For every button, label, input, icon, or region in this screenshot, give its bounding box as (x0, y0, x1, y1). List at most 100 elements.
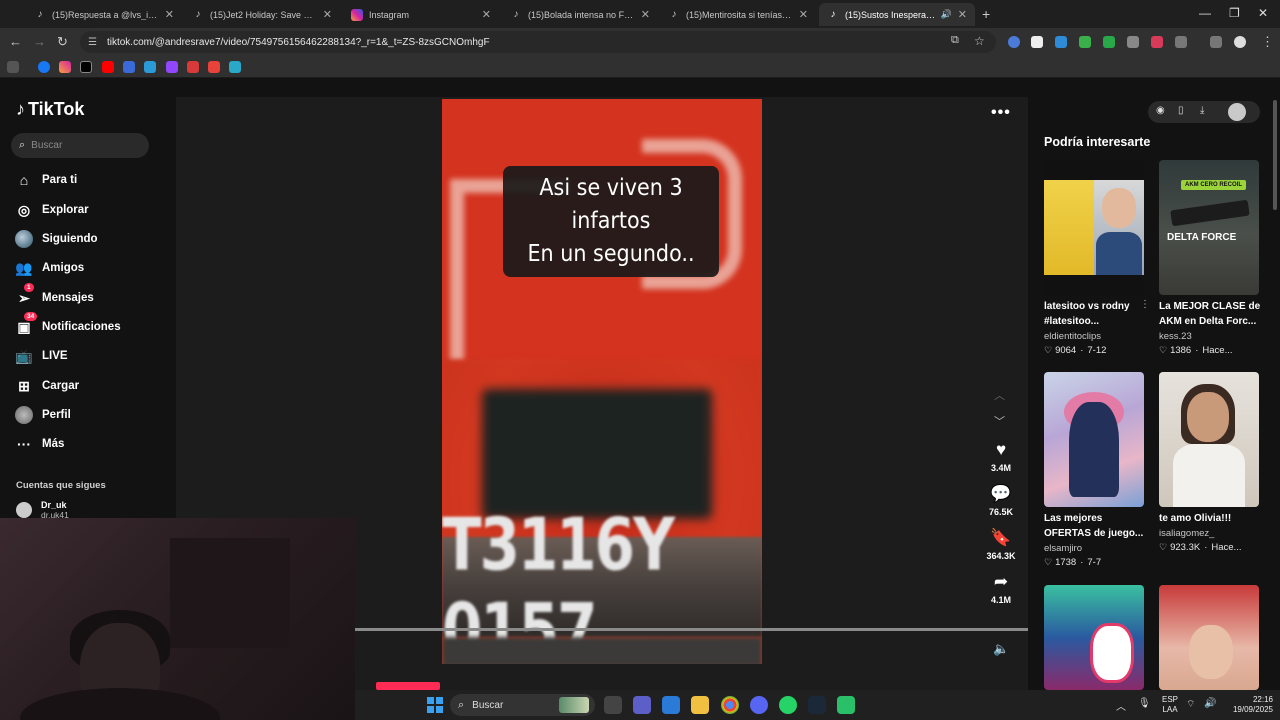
task-view-icon[interactable] (604, 696, 622, 714)
bookmark-icon[interactable] (208, 61, 220, 73)
facebook-icon[interactable] (38, 61, 50, 73)
download-icon[interactable]: ⤓ (1200, 105, 1204, 116)
close-tab-icon[interactable]: ✕ (165, 8, 174, 21)
clock[interactable]: 22:16 19/09/2025 (1227, 695, 1273, 715)
nav-explorar[interactable]: ◎ Explorar (14, 199, 89, 221)
video-progress-indicator[interactable] (376, 682, 440, 690)
scrollbar[interactable] (1273, 100, 1277, 210)
twitch-icon[interactable] (166, 61, 178, 73)
nav-siguiendo[interactable]: Siguiendo (14, 228, 98, 250)
extensions-puzzle-icon[interactable] (1175, 36, 1187, 48)
extension-icon[interactable] (1103, 36, 1115, 48)
video-progress-bar[interactable] (355, 628, 1028, 631)
steam-icon[interactable] (808, 696, 826, 714)
forward-arrow-icon[interactable]: → (33, 34, 46, 49)
close-tab-icon[interactable]: ✕ (482, 8, 491, 21)
nav-amigos[interactable]: 👥 Amigos (14, 257, 84, 279)
language-indicator[interactable]: ESP LAA (1162, 695, 1178, 715)
like-button[interactable]: ♥ 3.4M (982, 440, 1020, 473)
profile-avatar-icon[interactable] (1234, 36, 1246, 48)
extension-icon[interactable] (1079, 36, 1091, 48)
recommended-video-card[interactable]: te amo Olivia!!! isaliagomez_ ♡ 923.3K ·… (1159, 372, 1269, 553)
audio-playing-icon[interactable]: 🔊 (941, 9, 952, 20)
app-icon[interactable] (837, 696, 855, 714)
nav-perfil[interactable]: Perfil (14, 404, 71, 426)
apps-grid-icon[interactable] (7, 61, 19, 73)
nav-para-ti[interactable]: ⌂ Para ti (14, 169, 77, 191)
microphone-icon[interactable]: 🎙 (1138, 698, 1151, 709)
teams-icon[interactable] (633, 696, 651, 714)
browser-menu-icon[interactable]: ⋮ (1261, 34, 1274, 50)
nav-cargar[interactable]: ⊞ Cargar (14, 375, 79, 397)
wifi-icon[interactable]: ⌔ (1186, 698, 1195, 711)
video-player[interactable]: T3116Y 0157 Asi se viven 3 infartos En u… (442, 99, 762, 664)
browser-tab[interactable]: ♪ (15)Bolada intensa no Farol da ✕ (502, 3, 658, 26)
site-info-icon[interactable]: ☰ (88, 37, 97, 48)
instagram-icon[interactable] (59, 61, 71, 73)
extension-icon[interactable] (1151, 36, 1163, 48)
close-tab-icon[interactable]: ✕ (799, 8, 808, 21)
extension-icon[interactable] (1055, 36, 1067, 48)
next-video-chevron-icon[interactable]: ﹀ (994, 413, 1005, 429)
nav-live[interactable]: 📺 LIVE (14, 345, 67, 367)
search-input[interactable]: ⌕ Buscar (11, 133, 149, 158)
recommended-video-card[interactable] (1044, 585, 1154, 690)
bookmark-icon[interactable] (123, 61, 135, 73)
recommended-video-card[interactable]: Las mejores OFERTAS de juego... elsamjir… (1044, 372, 1154, 568)
x-icon[interactable] (80, 61, 92, 73)
file-explorer-icon[interactable] (691, 696, 709, 714)
followed-account[interactable]: Dr_uk dr.uk41 (16, 500, 69, 520)
nav-notificaciones[interactable]: ▣ 34 Notificaciones (14, 312, 121, 338)
windows-start-icon[interactable] (427, 697, 443, 713)
recommended-video-card[interactable] (1159, 585, 1269, 690)
chrome-icon[interactable] (721, 696, 739, 714)
browser-tab-active[interactable]: ♪ (15)Sustos Inesperados: Lo 🔊 ✕ (819, 3, 975, 26)
close-tab-icon[interactable]: ✕ (958, 8, 967, 21)
cast-icon[interactable]: ⧉ (951, 34, 959, 47)
bookmark-icon[interactable] (229, 61, 241, 73)
device-icon[interactable]: ▯ (1178, 105, 1184, 116)
browser-tab[interactable]: ♪ (15)Mentirosita si tenías novio ✕ (660, 3, 816, 26)
previous-video-chevron-icon[interactable]: ︿ (994, 387, 1005, 403)
restore-icon[interactable]: ❐ (1229, 6, 1240, 20)
close-tab-icon[interactable]: ✕ (323, 8, 332, 21)
nav-mas[interactable]: ··· Más (14, 433, 64, 455)
save-button[interactable]: 🔖 364.3K (982, 528, 1020, 561)
tray-chevron-icon[interactable]: ︿ (1116, 698, 1126, 713)
comment-button[interactable]: 💬 76.5K (982, 484, 1020, 517)
nav-mensajes[interactable]: ➢ 1 Mensajes (14, 283, 94, 309)
taskbar-search[interactable]: ⌕ Buscar (450, 694, 595, 716)
youtube-icon[interactable] (102, 61, 114, 73)
speaker-icon[interactable]: 🔊 (1204, 698, 1216, 709)
bookmark-star-icon[interactable]: ☆ (974, 34, 985, 48)
close-tab-icon[interactable]: ✕ (641, 8, 650, 21)
browser-tab[interactable]: ♪ (15)Respuesta a @lvs_itzeel Me ✕ (26, 3, 182, 26)
tiktok-logo[interactable]: ♪ TikTok (16, 99, 84, 120)
browser-tab[interactable]: ♪ (15)Jet2 Holiday: Save Big on Fa ✕ (184, 3, 340, 26)
address-bar[interactable]: ☰ tiktok.com/@andresrave7/video/75497561… (80, 31, 996, 53)
reading-list-icon[interactable] (1210, 36, 1222, 48)
minimize-icon[interactable]: — (1199, 6, 1211, 20)
bookmark-icon[interactable] (144, 61, 156, 73)
extension-icon[interactable] (1031, 36, 1043, 48)
new-tab-plus-icon[interactable]: + (982, 6, 990, 22)
window-close-icon[interactable]: ✕ (1258, 6, 1268, 20)
avatar[interactable] (1228, 103, 1246, 121)
store-icon[interactable] (662, 696, 680, 714)
coin-icon[interactable]: ◉ (1156, 105, 1165, 116)
more-options-icon[interactable]: ••• (991, 104, 1011, 122)
reload-icon[interactable]: ↻ (57, 34, 68, 50)
back-arrow-icon[interactable]: ← (9, 34, 22, 49)
browser-tab[interactable]: Instagram ✕ (343, 3, 499, 26)
whatsapp-icon[interactable] (779, 696, 797, 714)
card-menu-icon[interactable]: ⋮ (1140, 299, 1150, 310)
recommended-video-card[interactable]: AKM CERO RECOIL DELTA FORCE La MEJOR CLA… (1159, 160, 1269, 356)
extension-icon[interactable] (1008, 36, 1020, 48)
discord-icon[interactable] (750, 696, 768, 714)
volume-icon[interactable]: 🔈 (993, 641, 1009, 657)
card-likes: 9064 (1055, 345, 1077, 356)
recommended-video-card[interactable]: latesitoo vs rodny #latesitoo... eldient… (1044, 160, 1154, 356)
bookmark-icon[interactable] (187, 61, 199, 73)
share-button[interactable]: ➦ 4.1M (982, 572, 1020, 605)
extension-icon[interactable] (1127, 36, 1139, 48)
